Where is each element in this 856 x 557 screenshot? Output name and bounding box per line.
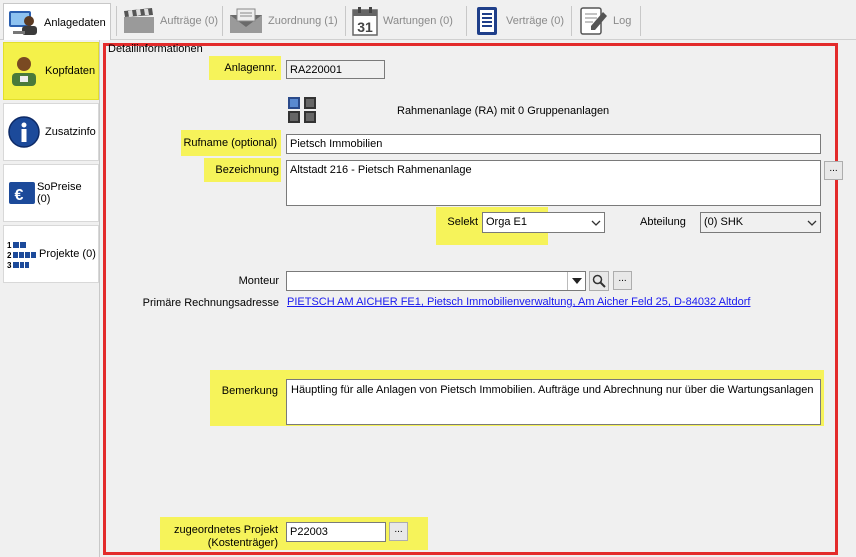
toolbar-separator <box>345 6 346 36</box>
envelope-icon <box>230 8 262 33</box>
bemerkung-label: Bemerkung <box>221 385 278 397</box>
person-icon <box>12 57 36 86</box>
rechnungsadresse-label: Primäre Rechnungsadresse <box>142 297 279 309</box>
section-title: Detailinformationen <box>108 43 203 55</box>
projekt-input[interactable]: P22003 <box>286 522 386 542</box>
rahmenanlage-info: Rahmenanlage (RA) mit 0 Gruppenanlagen <box>397 105 610 117</box>
sidebar-item-zusatzinfo[interactable]: Zusatzinfo <box>3 103 99 161</box>
tab-wartungen[interactable]: 31 Wartungen (0) <box>347 3 457 39</box>
tab-label: Verträge (0) <box>506 15 565 27</box>
computer-user-icon <box>9 10 37 35</box>
euro-icon: € <box>8 182 35 204</box>
rechnungsadresse-link[interactable]: PIETSCH AM AICHER FE1, Pietsch Immobilie… <box>287 296 750 308</box>
top-toolbar: Anlagedaten Aufträge (0) Zuordnung (1) 3… <box>0 0 856 41</box>
projekt-label-line1: zugeordnetes Projekt <box>174 524 278 536</box>
monteur-search-button[interactable] <box>589 271 609 291</box>
selekt-value: Orga E1 <box>486 216 527 228</box>
tab-label: Aufträge (0) <box>160 15 219 27</box>
anlagennr-field: RA220001 <box>286 60 385 79</box>
toolbar-separator <box>222 6 223 36</box>
info-icon <box>8 116 40 148</box>
selekt-label: Selekt <box>447 216 478 228</box>
sidebar-item-label: SoPreise (0) <box>36 181 82 205</box>
svg-text:3: 3 <box>7 261 12 270</box>
calendar-31-icon: 31 <box>352 7 378 36</box>
contract-list-icon <box>477 7 497 35</box>
tab-label: Anlagedaten <box>44 16 106 29</box>
toolbar-separator <box>571 6 572 36</box>
tab-label: Zuordnung (1) <box>268 15 338 27</box>
tab-label: Log <box>613 15 632 27</box>
sidebar-item-label: Kopfdaten <box>45 65 96 77</box>
projekt-label-line2: (Kostenträger) <box>207 537 278 549</box>
toolbar-separator <box>640 6 641 36</box>
svg-text:31: 31 <box>357 19 373 35</box>
chevron-down-icon <box>587 213 604 232</box>
abteilung-label: Abteilung <box>640 216 686 228</box>
bezeichnung-input[interactable]: Altstadt 216 - Pietsch Rahmenanlage <box>286 160 821 206</box>
svg-text:2: 2 <box>7 251 12 260</box>
tab-zuordnung[interactable]: Zuordnung (1) <box>224 3 342 39</box>
clapperboard-icon <box>124 8 154 33</box>
sidebar-item-label: Projekte (0) <box>39 248 96 260</box>
monteur-dropdown[interactable] <box>286 271 586 291</box>
projekt-more-button[interactable]: ... <box>389 522 408 541</box>
abteilung-value: (0) SHK <box>704 216 744 228</box>
chevron-down-icon <box>803 213 820 232</box>
group-cubes-icon <box>288 97 316 123</box>
dropdown-arrow-icon <box>567 272 585 290</box>
sidebar: Kopfdaten Zusatzinfo € SoPreise (0) 1 2 … <box>0 40 100 557</box>
bezeichnung-more-button[interactable]: ... <box>824 161 843 180</box>
tab-vertraege[interactable]: Verträge (0) <box>468 3 568 39</box>
toolbar-separator <box>116 6 117 36</box>
monteur-more-button[interactable]: ... <box>613 271 632 290</box>
toolbar-separator <box>466 6 467 36</box>
selekt-dropdown[interactable]: Orga E1 <box>482 212 605 233</box>
numbered-list-icon: 1 2 3 <box>7 241 36 270</box>
anlagennr-label: Anlagennr. <box>224 62 277 74</box>
bemerkung-input[interactable]: Häuptling für alle Anlagen von Pietsch I… <box>286 379 821 425</box>
sidebar-item-label: Zusatzinfo <box>45 126 96 138</box>
sidebar-item-kopfdaten[interactable]: Kopfdaten <box>3 42 99 100</box>
tab-anlagedaten[interactable]: Anlagedaten <box>3 3 111 41</box>
search-icon <box>592 274 606 288</box>
rufname-input[interactable]: Pietsch Immobilien <box>286 134 821 154</box>
sidebar-item-projekte[interactable]: 1 2 3 Projekte (0) <box>3 225 99 283</box>
notebook-pen-icon <box>580 7 607 35</box>
rufname-label: Rufname (optional) <box>183 137 277 149</box>
abteilung-dropdown[interactable]: (0) SHK <box>700 212 821 233</box>
tab-label: Wartungen (0) <box>383 15 453 27</box>
monteur-label: Monteur <box>238 275 279 287</box>
svg-text:€: € <box>15 187 24 204</box>
sidebar-item-sopreise[interactable]: € SoPreise (0) <box>3 164 99 222</box>
tab-log[interactable]: Log <box>573 3 635 39</box>
tab-auftraege[interactable]: Aufträge (0) <box>118 3 222 39</box>
svg-text:1: 1 <box>7 241 12 250</box>
bezeichnung-label: Bezeichnung <box>215 164 279 176</box>
